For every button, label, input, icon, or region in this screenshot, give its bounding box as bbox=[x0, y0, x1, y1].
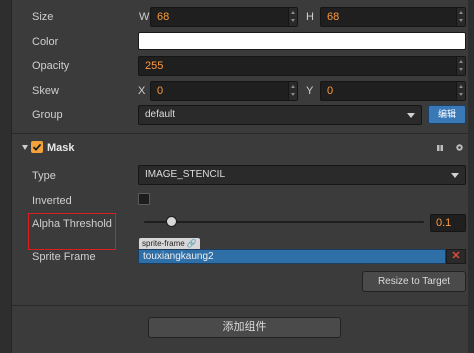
sprite-frame-value: touxiangkaung2 bbox=[143, 251, 214, 262]
group-select[interactable]: default bbox=[138, 105, 422, 125]
size-h-value: 68 bbox=[327, 11, 340, 23]
alpha-threshold-value: 0.1 bbox=[436, 217, 452, 229]
opacity-label: Opacity bbox=[32, 60, 70, 72]
type-select[interactable]: IMAGE_STENCIL bbox=[138, 165, 466, 185]
type-value: IMAGE_STENCIL bbox=[145, 169, 226, 180]
size-w-stepper[interactable] bbox=[288, 8, 297, 26]
inverted-label: Inverted bbox=[32, 195, 72, 207]
annotation-highlight-box bbox=[28, 213, 116, 250]
skew-y-value: 0 bbox=[327, 85, 334, 97]
group-edit-button[interactable]: 编辑 bbox=[428, 105, 466, 124]
size-label: Size bbox=[32, 11, 54, 23]
size-w-field[interactable]: 68 bbox=[150, 7, 298, 27]
sprite-frame-tag-text: sprite-frame bbox=[142, 239, 185, 248]
gear-icon[interactable] bbox=[455, 143, 464, 152]
opacity-value: 255 bbox=[145, 60, 164, 72]
skew-y-field[interactable]: 0 bbox=[320, 81, 466, 101]
skew-y-stepper[interactable] bbox=[456, 82, 465, 100]
alpha-threshold-slider-thumb[interactable] bbox=[166, 216, 177, 227]
alpha-threshold-field[interactable]: 0.1 bbox=[430, 214, 466, 232]
sprite-frame-field[interactable]: touxiangkaung2 bbox=[138, 249, 446, 264]
scrollbar[interactable] bbox=[468, 0, 474, 353]
group-value: default bbox=[145, 109, 176, 120]
chevron-down-icon bbox=[407, 113, 415, 118]
collapse-arrow-icon[interactable] bbox=[22, 145, 28, 150]
mask-enable-checkbox[interactable] bbox=[31, 141, 43, 153]
inverted-checkbox[interactable] bbox=[138, 193, 150, 205]
opacity-field[interactable]: 255 bbox=[138, 56, 466, 76]
skew-label: Skew bbox=[32, 85, 59, 97]
color-swatch[interactable] bbox=[138, 32, 466, 50]
alpha-threshold-track[interactable] bbox=[144, 221, 424, 223]
check-icon bbox=[32, 143, 42, 151]
size-w-value: 68 bbox=[157, 11, 170, 23]
sprite-frame-label: Sprite Frame bbox=[32, 251, 96, 263]
add-component-button[interactable]: 添加组件 bbox=[148, 317, 341, 338]
bottom-divider bbox=[12, 305, 468, 306]
skew-y-label: Y bbox=[306, 85, 314, 97]
size-h-field[interactable]: 68 bbox=[320, 7, 466, 27]
link-icon: 🔗 bbox=[186, 239, 197, 248]
left-panel-edge bbox=[0, 0, 12, 353]
opacity-stepper[interactable] bbox=[456, 57, 465, 75]
resize-to-target-button[interactable]: Resize to Target bbox=[362, 271, 466, 292]
size-h-label: H bbox=[306, 11, 314, 23]
chevron-down-icon bbox=[451, 173, 459, 178]
skew-x-label: X bbox=[138, 85, 146, 97]
section-divider bbox=[12, 133, 468, 134]
mask-title: Mask bbox=[47, 142, 75, 154]
size-h-stepper[interactable] bbox=[456, 8, 465, 26]
skew-x-value: 0 bbox=[157, 85, 164, 97]
size-w-label: W bbox=[139, 11, 150, 23]
skew-x-field[interactable]: 0 bbox=[150, 81, 298, 101]
clear-sprite-frame-button[interactable]: ✕ bbox=[446, 249, 466, 264]
color-label: Color bbox=[32, 36, 59, 48]
sprite-frame-type-tag: sprite-frame 🔗 bbox=[139, 238, 200, 249]
book-icon[interactable] bbox=[436, 143, 444, 151]
type-label: Type bbox=[32, 170, 56, 182]
skew-x-stepper[interactable] bbox=[288, 82, 297, 100]
group-label: Group bbox=[32, 109, 63, 121]
